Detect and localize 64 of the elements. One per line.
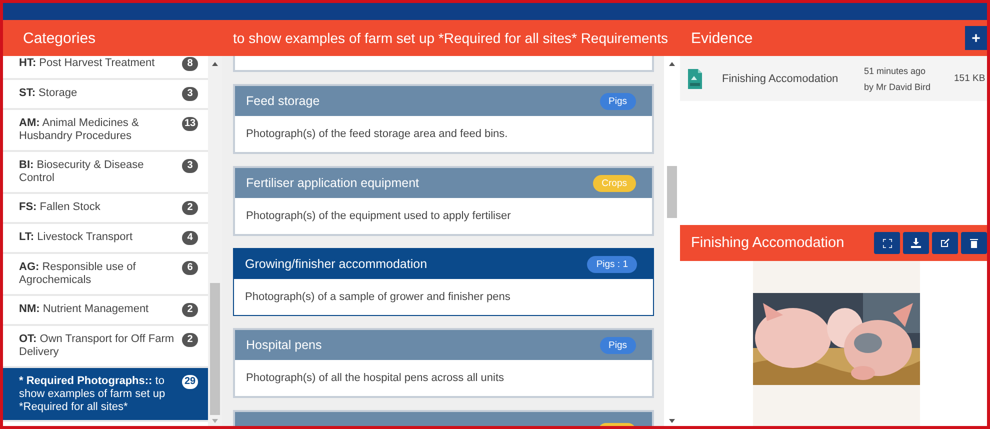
panel-title: Categories — [23, 30, 96, 46]
card-title: Fertiliser application equipment — [246, 176, 420, 190]
download-icon — [911, 238, 921, 248]
panel-title: to show examples of farm set up *Required for all sites* Requirements — [233, 30, 668, 46]
scroll-up-icon[interactable] — [212, 62, 218, 66]
requirement-card[interactable]: Hospital pens Pigs Photograph(s) of all the hospital pens across all units — [233, 328, 654, 398]
scroll-up-icon[interactable] — [669, 62, 675, 66]
download-button[interactable] — [903, 232, 929, 254]
category-label: HT: Post Harvest Treatment — [19, 57, 156, 70]
fullscreen-button[interactable] — [874, 232, 900, 254]
category-label: AM: Animal Medicines & Husbandry Procedures — [19, 117, 140, 143]
edit-button[interactable] — [932, 232, 958, 254]
card-description: Photograph(s) of all the hospital pens across all units — [246, 372, 504, 384]
file-name: Finishing Accomodation — [722, 72, 840, 84]
count-badge: 2 — [182, 333, 198, 347]
tag-badge: Pigs — [600, 92, 636, 110]
category-label: NM: Nutrient Management — [19, 303, 150, 316]
count-badge: 4 — [182, 231, 198, 245]
category-item[interactable]: * Required Photographs:: to show examples of farm set up *Required for all sites* 29 — [3, 368, 208, 422]
card-description: Photograph(s) of the feed storage area and feed bins. — [246, 128, 508, 140]
file-size: 151 KB — [954, 73, 986, 84]
category-item[interactable]: HT: Post Harvest Treatment 8 — [3, 56, 208, 80]
category-label: LT: Livestock Transport — [19, 231, 134, 244]
category-label: FS: Fallen Stock — [19, 201, 102, 214]
scroll-thumb[interactable] — [667, 166, 677, 218]
tag-badge: Pigs : 1 — [587, 256, 637, 272]
image-file-icon — [688, 68, 702, 88]
scrollbar[interactable] — [208, 56, 222, 426]
card-description: Photograph(s) of the equipment used to apply fertiliser — [246, 210, 511, 222]
count-badge: 2 — [182, 303, 198, 317]
uploader: by Mr David Bird — [864, 82, 932, 92]
card-title: Feed storage — [246, 94, 320, 108]
file-row[interactable]: Finishing Accomodation 51 minutes ago by Mr David Bird 151 KB — [680, 56, 987, 101]
upload-time: 51 minutes ago — [864, 66, 927, 76]
scrollbar[interactable] — [664, 56, 680, 426]
scroll-down-icon[interactable] — [669, 419, 675, 423]
count-badge: 2 — [182, 201, 198, 215]
count-badge: 3 — [182, 159, 198, 173]
category-label: * Required Photographs:: to show examples of farm set up *Required for all sites* — [19, 375, 166, 414]
requirement-card[interactable]: Feed storage Pigs Photograph(s) of the feed storage area and feed bins. — [233, 84, 654, 154]
card-description: Photograph(s) of a sample of grower and finisher pens — [245, 291, 510, 303]
preview-title: Finishing Accomodation — [691, 235, 844, 251]
count-badge: 29 — [182, 375, 198, 389]
count-badge: 8 — [182, 57, 198, 71]
delete-button[interactable] — [961, 232, 987, 254]
requirement-card[interactable]: Fertiliser application equipment Crops Photograph(s) of the equipment used to apply fertiliser — [233, 166, 654, 236]
card-title: Growing/finisher accommodation — [245, 257, 428, 271]
tag-badge: Crops — [592, 174, 636, 192]
panel-title: Evidence — [691, 30, 753, 46]
requirement-card[interactable]: Growing/finisher accommodation Pigs : 1 Photograph(s) of a sample of grower and finisher pens — [233, 248, 654, 316]
fullscreen-icon — [882, 238, 892, 248]
scroll-thumb[interactable] — [210, 283, 220, 415]
edit-icon — [940, 238, 950, 248]
card-title: Hospital pens — [246, 338, 322, 352]
category-label: AG: Responsible use of Agrochemicals — [19, 261, 137, 287]
count-badge: 3 — [182, 87, 198, 101]
tag-badge: Pigs — [600, 336, 636, 354]
trash-icon — [970, 238, 978, 248]
category-label: ST: Storage — [19, 87, 78, 100]
add-button[interactable]: + — [965, 26, 987, 50]
category-label: BI: Biosecurity & Disease Control — [19, 159, 145, 185]
count-badge: 13 — [182, 117, 198, 131]
category-label: OT: Own Transport for Off Farm Delivery — [19, 333, 176, 359]
count-badge: 6 — [182, 261, 198, 275]
